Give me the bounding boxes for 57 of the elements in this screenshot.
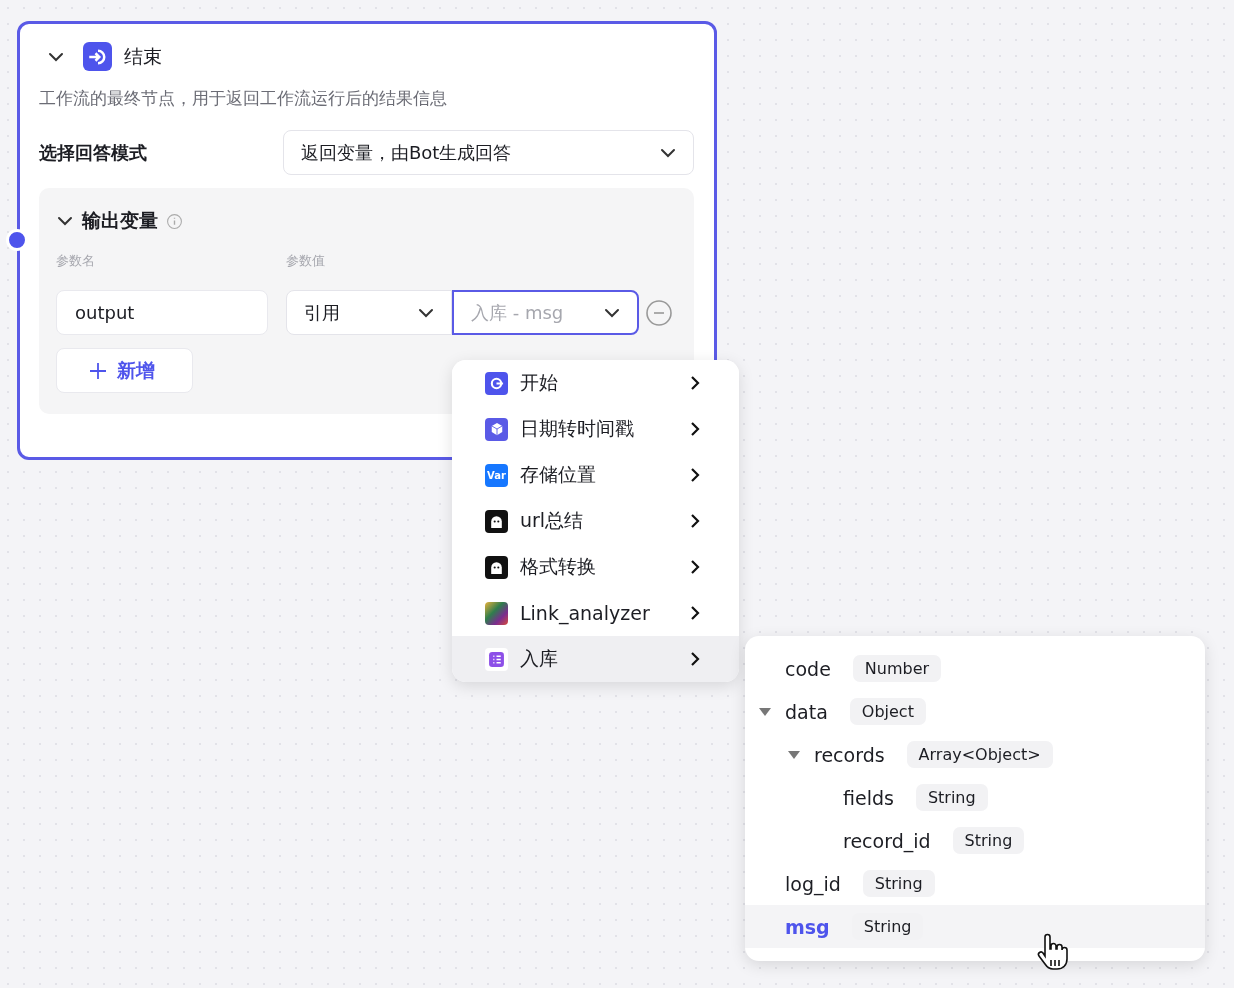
field-name: data bbox=[785, 700, 828, 723]
expand-caret-icon[interactable] bbox=[787, 749, 801, 760]
ghost-icon bbox=[485, 555, 508, 579]
field-item[interactable]: record_id String bbox=[745, 819, 1205, 862]
image-thumbnail-icon bbox=[485, 601, 508, 625]
field-name: log_id bbox=[785, 872, 841, 895]
field-name: records bbox=[814, 743, 885, 766]
answer-mode-label: 选择回答模式 bbox=[39, 140, 148, 165]
field-item[interactable]: msg String bbox=[745, 905, 1205, 948]
remove-icon[interactable] bbox=[645, 298, 673, 327]
add-button[interactable]: 新增 bbox=[56, 348, 193, 393]
node-menu-item[interactable]: Link_analyzer bbox=[452, 590, 739, 636]
node-menu-item[interactable]: 开始 bbox=[452, 360, 739, 406]
field-item[interactable]: records Array<Object> bbox=[745, 733, 1205, 776]
chevron-right-icon bbox=[689, 421, 701, 437]
field-name: record_id bbox=[843, 829, 931, 852]
node-menu-item[interactable]: 入库 bbox=[452, 636, 739, 682]
field-name: code bbox=[785, 657, 831, 680]
field-name: fields bbox=[843, 786, 894, 809]
answer-mode-select[interactable]: 返回变量，由Bot生成回答 bbox=[283, 130, 694, 175]
field-item[interactable]: fields String bbox=[745, 776, 1205, 819]
variable-icon: Var bbox=[485, 463, 508, 487]
node-description: 工作流的最终节点，用于返回工作流运行后的结果信息 bbox=[39, 87, 448, 110]
node-menu-item[interactable]: 日期转时间戳 bbox=[452, 406, 739, 452]
node-menu-item[interactable]: 格式转换 bbox=[452, 544, 739, 590]
chevron-right-icon bbox=[689, 651, 701, 667]
list-icon bbox=[485, 647, 508, 671]
field-type-tag: String bbox=[862, 870, 935, 897]
chevron-right-icon bbox=[689, 559, 701, 575]
expand-caret-icon[interactable] bbox=[758, 706, 772, 717]
node-title: 结束 bbox=[124, 43, 162, 69]
section-title: 输出变量 bbox=[82, 208, 158, 233]
field-type-tag: Object bbox=[849, 698, 926, 725]
plus-icon bbox=[89, 361, 107, 380]
field-name: msg bbox=[785, 915, 830, 938]
chevron-right-icon bbox=[689, 467, 701, 483]
ghost-icon bbox=[485, 509, 508, 533]
field-type-tag: String bbox=[915, 784, 988, 811]
field-type-tag: Number bbox=[852, 655, 942, 682]
field-item[interactable]: log_id String bbox=[745, 862, 1205, 905]
chevron-right-icon bbox=[689, 513, 701, 529]
param-name-field[interactable]: output bbox=[56, 290, 268, 335]
chevron-right-icon bbox=[689, 605, 701, 621]
field-type-tag: Array<Object> bbox=[906, 741, 1053, 768]
chevron-right-icon bbox=[689, 375, 701, 391]
start-node-icon bbox=[485, 371, 508, 395]
field-type-tag: String bbox=[952, 827, 1025, 854]
column-header: 参数值 bbox=[286, 252, 326, 270]
column-header: 参数名 bbox=[56, 252, 96, 270]
field-item[interactable]: code Number bbox=[745, 647, 1205, 690]
input-port[interactable] bbox=[6, 229, 28, 251]
end-node-icon bbox=[83, 42, 112, 71]
source-select[interactable]: 引用 bbox=[286, 290, 452, 335]
node-menu-item[interactable]: url总结 bbox=[452, 498, 739, 544]
field-item[interactable]: data Object bbox=[745, 690, 1205, 733]
node-menu-item[interactable]: Var 存储位置 bbox=[452, 452, 739, 498]
cube-icon bbox=[485, 417, 508, 441]
